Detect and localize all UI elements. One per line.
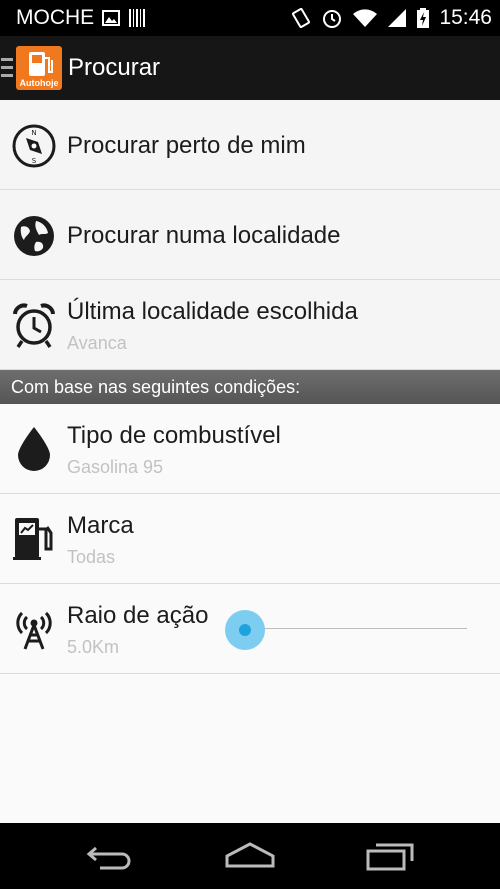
barcode-icon xyxy=(128,8,146,28)
last-locality-label: Última localidade escolhida xyxy=(67,298,358,325)
fuel-type-item[interactable]: Tipo de combustível Gasolina 95 xyxy=(0,404,500,494)
conditions-header: Com base nas seguintes condições: xyxy=(0,370,500,404)
svg-text:S: S xyxy=(32,157,37,165)
radius-slider-track[interactable] xyxy=(245,628,467,629)
brand-label: Marca xyxy=(67,512,134,539)
alarm-icon xyxy=(321,7,343,29)
last-locality-item[interactable]: Última localidade escolhida Avanca xyxy=(0,280,500,370)
signal-icon xyxy=(387,8,407,28)
search-locality-item[interactable]: Procurar numa localidade xyxy=(0,190,500,280)
status-bar: MOCHE 15:46 xyxy=(0,0,500,36)
wifi-icon xyxy=(352,8,378,28)
radius-value: 5.0Km xyxy=(67,637,120,657)
search-near-me-item[interactable]: N S Procurar perto de mim xyxy=(0,100,500,190)
action-bar: Autohoje Procurar xyxy=(0,36,500,100)
search-near-me-label: Procurar perto de mim xyxy=(67,132,306,159)
radius-item: Raio de ação 5.0Km xyxy=(0,584,500,674)
app-logo-text: Autohoje xyxy=(19,78,59,88)
last-locality-value: Avanca xyxy=(67,333,127,353)
nav-bar xyxy=(0,823,500,889)
app-logo[interactable]: Autohoje xyxy=(16,46,62,90)
fuel-type-label: Tipo de combustível xyxy=(67,422,281,449)
home-icon[interactable] xyxy=(220,835,280,877)
fuel-type-value: Gasolina 95 xyxy=(67,457,164,477)
alarm-clock-icon xyxy=(12,303,56,348)
brand-item[interactable]: Marca Todas xyxy=(0,494,500,584)
radius-label: Raio de ação xyxy=(67,602,209,629)
search-locality-label: Procurar numa localidade xyxy=(67,222,341,249)
drawer-menu-icon[interactable] xyxy=(1,57,13,84)
antenna-icon xyxy=(12,606,56,650)
fuel-pump-icon xyxy=(12,516,56,560)
battery-charging-icon xyxy=(416,7,430,29)
recents-icon[interactable] xyxy=(360,835,420,877)
back-icon[interactable] xyxy=(80,835,140,877)
carrier-name: MOCHE xyxy=(16,6,95,29)
search-list: N S Procurar perto de mim Procurar numa … xyxy=(0,100,500,674)
radius-slider-thumb[interactable] xyxy=(225,610,265,650)
page-title: Procurar xyxy=(68,54,161,81)
brand-value: Todas xyxy=(67,547,116,567)
compass-icon: N S xyxy=(12,124,56,168)
drop-icon xyxy=(12,426,56,471)
radius-slider-dot xyxy=(239,624,251,636)
svg-text:N: N xyxy=(31,129,36,137)
image-icon xyxy=(102,9,121,27)
vibrate-icon xyxy=(290,7,312,29)
clock-time: 15:46 xyxy=(439,6,492,29)
globe-icon xyxy=(12,214,56,258)
